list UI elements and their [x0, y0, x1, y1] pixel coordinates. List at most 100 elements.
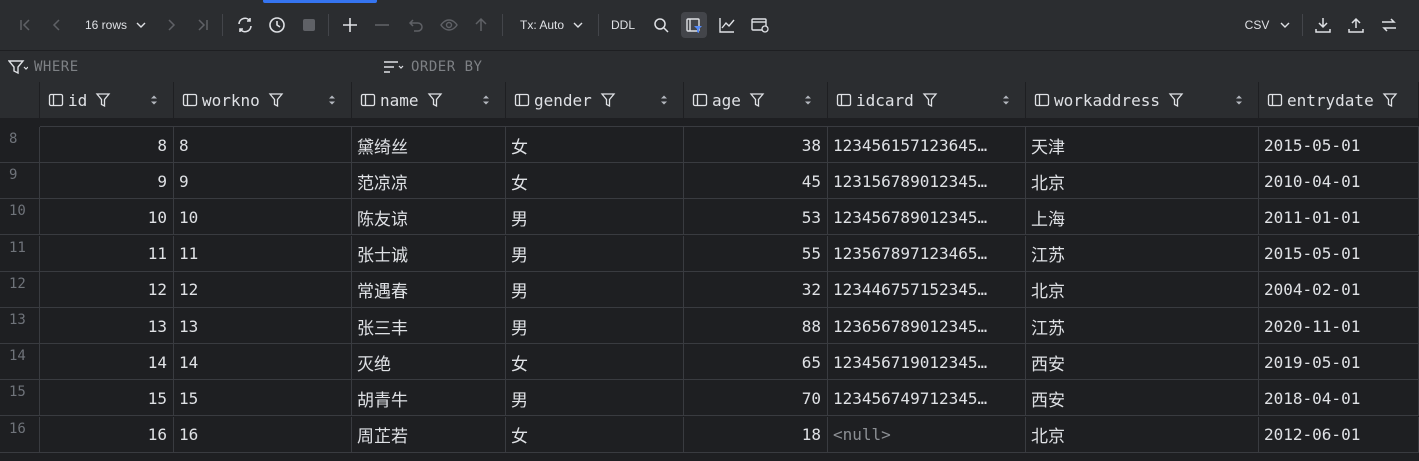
- column-filter-icon[interactable]: [268, 92, 284, 108]
- cell-entrydate[interactable]: 2011-01-01: [1259, 199, 1419, 236]
- cell-name[interactable]: 张三丰: [352, 308, 506, 344]
- view-settings-icon[interactable]: [747, 12, 773, 38]
- row-number[interactable]: 10: [0, 199, 40, 236]
- cell-name[interactable]: 陈友谅: [352, 199, 506, 236]
- cell-workno[interactable]: 8: [174, 127, 352, 163]
- cell-id[interactable]: 11: [40, 235, 174, 272]
- cell-workaddress[interactable]: 天津: [1026, 127, 1259, 163]
- cell-age[interactable]: 45: [684, 163, 828, 200]
- cell-age[interactable]: 65: [684, 344, 828, 381]
- table-row[interactable]: 9 9 9 范凉凉女 45 123156789012345… 北京 2010-04-01: [0, 163, 1419, 200]
- ddl-button[interactable]: DDL: [606, 12, 640, 38]
- cell-idcard[interactable]: 123656789012345…: [828, 308, 1026, 344]
- column-header-gender[interactable]: gender: [506, 82, 684, 118]
- cell-workno[interactable]: 13: [174, 308, 352, 344]
- revert-icon[interactable]: [403, 12, 429, 38]
- next-page-icon[interactable]: [158, 12, 184, 38]
- order-by-input[interactable]: ORDER BY: [383, 51, 783, 83]
- cell-workno[interactable]: 14: [174, 344, 352, 381]
- cell-entrydate[interactable]: 2019-05-01: [1259, 344, 1419, 381]
- cell-workno[interactable]: 15: [174, 380, 352, 417]
- cell-name[interactable]: 黛绮丝: [352, 127, 506, 163]
- submit-icon[interactable]: [468, 12, 494, 38]
- cell-gender[interactable]: 女: [506, 127, 684, 163]
- download-icon[interactable]: [1310, 12, 1336, 38]
- column-header-name[interactable]: name: [352, 82, 506, 118]
- column-header-workaddress[interactable]: workaddress: [1026, 82, 1259, 118]
- cell-workaddress[interactable]: 西安: [1026, 380, 1259, 417]
- cell-name[interactable]: 周芷若: [352, 416, 506, 453]
- cell-gender[interactable]: 男: [506, 308, 684, 344]
- cell-id[interactable]: 15: [40, 380, 174, 417]
- row-number[interactable]: 13: [0, 308, 40, 344]
- cell-entrydate[interactable]: 2015-05-01: [1259, 127, 1419, 163]
- cell-workaddress[interactable]: 北京: [1026, 271, 1259, 308]
- cell-workno[interactable]: 11: [174, 235, 352, 272]
- filter-toggle-icon[interactable]: [681, 12, 707, 38]
- stop-icon[interactable]: [296, 12, 322, 38]
- cell-age[interactable]: 53: [684, 199, 828, 236]
- rows-count-dropdown[interactable]: 16 rows: [76, 12, 156, 38]
- cell-gender[interactable]: 男: [506, 271, 684, 308]
- cell-idcard[interactable]: 123456719012345…: [828, 344, 1026, 381]
- sort-icon[interactable]: [659, 94, 669, 106]
- sort-icon[interactable]: [327, 94, 337, 106]
- column-filter-icon[interactable]: [1168, 92, 1184, 108]
- table-row[interactable]: 16 16 16 周芷若女 18 <null> 北京 2012-06-01: [0, 416, 1419, 453]
- column-filter-icon[interactable]: [427, 92, 443, 108]
- first-page-icon[interactable]: [12, 12, 38, 38]
- cell-age[interactable]: 32: [684, 271, 828, 308]
- cell-id[interactable]: 12: [40, 271, 174, 308]
- cell-idcard[interactable]: 123456749712345…: [828, 380, 1026, 417]
- column-filter-icon[interactable]: [749, 92, 765, 108]
- cell-workno[interactable]: 16: [174, 416, 352, 453]
- preview-changes-icon[interactable]: [436, 12, 462, 38]
- cell-name[interactable]: 范凉凉: [352, 163, 506, 200]
- sort-icon[interactable]: [803, 94, 813, 106]
- cell-id[interactable]: 9: [40, 163, 174, 200]
- history-clock-icon[interactable]: [264, 12, 290, 38]
- cell-id[interactable]: 13: [40, 308, 174, 344]
- cell-name[interactable]: 常遇春: [352, 271, 506, 308]
- sort-icon[interactable]: [149, 94, 159, 106]
- cell-gender[interactable]: 女: [506, 416, 684, 453]
- cell-name[interactable]: 胡青牛: [352, 380, 506, 417]
- cell-idcard[interactable]: 123156789012345…: [828, 163, 1026, 200]
- cell-age[interactable]: 70: [684, 380, 828, 417]
- cell-workaddress[interactable]: 北京: [1026, 163, 1259, 200]
- column-filter-icon[interactable]: [600, 92, 616, 108]
- cell-entrydate[interactable]: 2015-05-01: [1259, 235, 1419, 272]
- cell-id[interactable]: 8: [40, 127, 174, 163]
- column-header-age[interactable]: age: [684, 82, 828, 118]
- cell-idcard[interactable]: 123567897123465…: [828, 235, 1026, 272]
- cell-workaddress[interactable]: 北京: [1026, 416, 1259, 453]
- cell-entrydate[interactable]: 2018-04-01: [1259, 380, 1419, 417]
- row-number[interactable]: 16: [0, 416, 40, 453]
- cell-idcard[interactable]: 123446757152345…: [828, 271, 1026, 308]
- column-filter-icon[interactable]: [1382, 92, 1398, 108]
- cell-age[interactable]: 38: [684, 127, 828, 163]
- cell-workaddress[interactable]: 江苏: [1026, 235, 1259, 272]
- cell-gender[interactable]: 女: [506, 344, 684, 381]
- row-number[interactable]: 8: [0, 127, 40, 163]
- cell-age[interactable]: 55: [684, 235, 828, 272]
- sort-icon[interactable]: [1234, 94, 1244, 106]
- table-row[interactable]: 15 15 15 胡青牛男 70 123456749712345… 西安 2018-04-01: [0, 380, 1419, 417]
- column-filter-icon[interactable]: [922, 92, 938, 108]
- row-number[interactable]: 12: [0, 271, 40, 308]
- add-row-icon[interactable]: [337, 12, 363, 38]
- cell-workno[interactable]: 10: [174, 199, 352, 236]
- cell-entrydate[interactable]: 2010-04-01: [1259, 163, 1419, 200]
- cell-entrydate[interactable]: 2004-02-01: [1259, 271, 1419, 308]
- row-number[interactable]: 14: [0, 344, 40, 381]
- chart-icon[interactable]: [714, 12, 740, 38]
- column-header-idcard[interactable]: idcard: [828, 82, 1026, 118]
- cell-name[interactable]: 张士诚: [352, 235, 506, 272]
- cell-age[interactable]: 18: [684, 416, 828, 453]
- table-row[interactable]: 8 8 8 黛绮丝女 38 123456157123645… 天津 2015-05-01: [0, 127, 1419, 163]
- cell-idcard[interactable]: <null>: [828, 416, 1026, 453]
- last-page-icon[interactable]: [190, 12, 216, 38]
- cell-gender[interactable]: 男: [506, 199, 684, 236]
- cell-gender[interactable]: 男: [506, 380, 684, 417]
- table-row[interactable]: 11 11 11 张士诚男 55 123567897123465… 江苏 2015-05-01: [0, 235, 1419, 272]
